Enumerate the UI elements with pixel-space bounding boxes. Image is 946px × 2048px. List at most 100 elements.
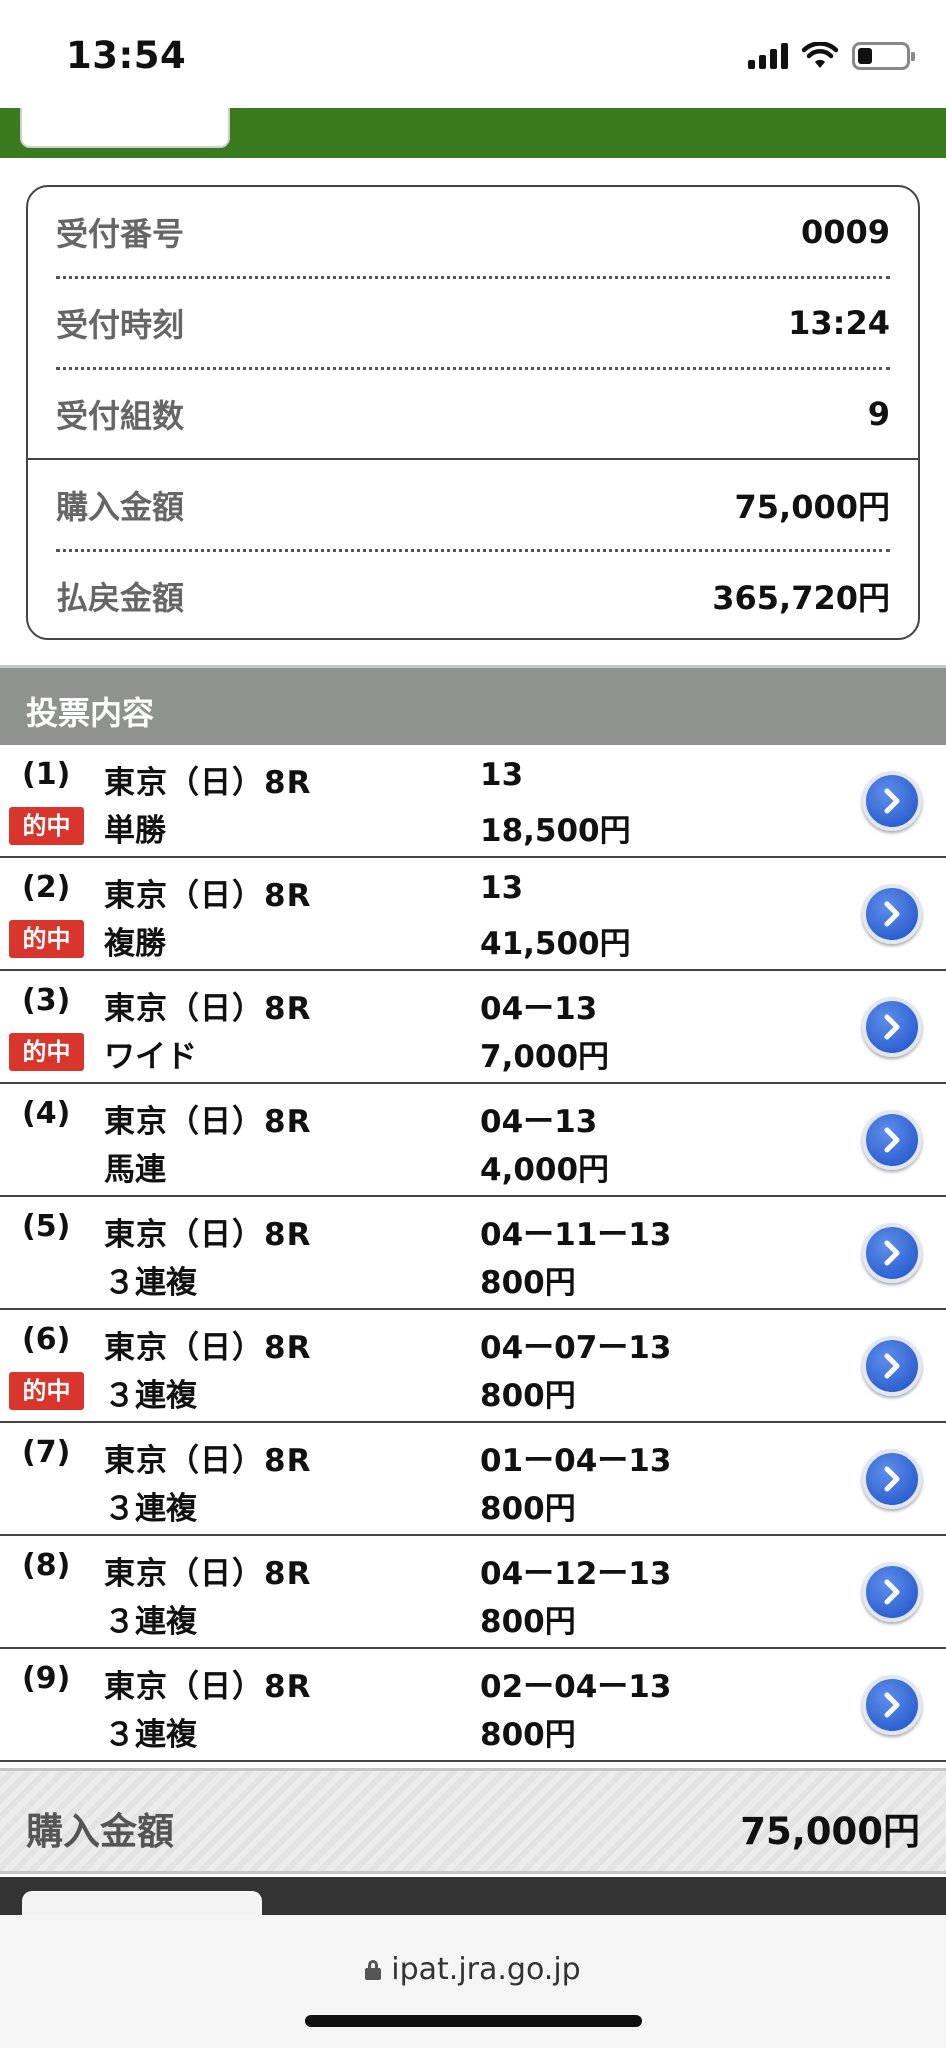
chevron-right-circle-icon[interactable] [862,1110,922,1170]
summary-row-set-count: 受付組数 9 [56,369,890,459]
hit-badge: 的中 [9,1372,84,1410]
summary-value: 0009 [800,213,890,251]
signal-icon [748,43,788,69]
chevron-right-circle-icon[interactable] [862,884,922,944]
summary-row-receipt-time: 受付時刻 13:24 [56,278,890,368]
summary-value: 75,000円 [734,488,891,526]
bet-amount: 800円 [480,1378,576,1414]
total-label: 購入金額 [26,1810,174,1853]
bet-number: (4) [22,1096,71,1131]
bet-race: 東京（日）8R [104,1217,312,1253]
bet-type: ３連複 [104,1265,197,1301]
bet-number: (3) [22,983,71,1018]
summary-label: 購入金額 [56,488,185,526]
summary-row-payout-amount: 払戻金額 365,720円 [56,551,890,638]
bet-amount: 7,000円 [480,1039,610,1075]
bet-type: ３連複 [104,1604,197,1640]
bet-row[interactable]: (5) 東京（日）8R ３連複 04ー11ー13 800円 [0,1197,946,1310]
summary-row-purchase-amount: 購入金額 75,000円 [56,460,890,550]
summary-value: 365,720円 [712,579,890,617]
bet-row[interactable]: (8) 東京（日）8R ３連複 04ー12ー13 800円 [0,1536,946,1649]
bet-amount: 800円 [480,1491,576,1527]
bet-race: 東京（日）8R [104,1330,312,1366]
chevron-right-circle-icon[interactable] [862,1223,922,1283]
page-header [0,108,946,158]
bet-combination: 13 [480,870,524,906]
total-bar: 購入金額 75,000円 [0,1768,946,1874]
bet-race: 東京（日）8R [104,878,312,914]
bet-number: (8) [22,1548,71,1583]
bet-type: ワイド [104,1039,197,1075]
bet-combination: 04ー13 [480,991,598,1027]
bet-race: 東京（日）8R [104,1556,312,1592]
summary-row-receipt-no: 受付番号 0009 [56,187,890,277]
bet-row[interactable]: (7) 東京（日）8R ３連複 01ー04ー13 800円 [0,1423,946,1536]
bet-race: 東京（日）8R [104,1104,312,1140]
bet-row[interactable]: (4) 東京（日）8R 馬連 04ー13 4,000円 [0,1084,946,1197]
section-header: 投票内容 [0,665,946,745]
bet-number: (6) [22,1322,71,1357]
bet-amount: 18,500円 [480,813,631,849]
bet-number: (7) [22,1435,71,1470]
summary-value: 13:24 [788,304,890,342]
summary-label: 受付時刻 [56,306,185,344]
bet-race: 東京（日）8R [104,765,312,801]
bet-combination: 04ー12ー13 [480,1556,672,1592]
bet-amount: 800円 [480,1265,576,1301]
bet-race: 東京（日）8R [104,1443,312,1479]
status-time: 13:54 [66,34,187,77]
total-value: 75,000円 [740,1810,920,1853]
bet-combination: 04ー07ー13 [480,1330,672,1366]
lock-icon [365,1959,382,1980]
chevron-right-circle-icon[interactable] [862,1675,922,1735]
summary-card: 受付番号 0009 受付時刻 13:24 受付組数 9 購入金額 75,000円… [26,185,920,640]
bet-combination: 02ー04ー13 [480,1669,672,1705]
bet-row[interactable]: (9) 東京（日）8R ３連複 02ー04ー13 800円 [0,1649,946,1762]
bet-type: 複勝 [104,926,166,962]
bet-amount: 4,000円 [480,1152,610,1188]
bet-type: ３連複 [104,1717,197,1753]
summary-label: 受付組数 [56,397,185,435]
bet-amount: 41,500円 [480,926,631,962]
bet-row[interactable]: (1) 東京（日）8R 的中 単勝 13 18,500円 [0,745,946,858]
bet-row[interactable]: (3) 東京（日）8R 的中 ワイド 04ー13 7,000円 [0,971,946,1084]
browser-url-bar[interactable]: ipat.jra.go.jp [0,1915,946,2048]
bet-combination: 13 [480,757,524,793]
footer-strip [0,1877,946,1917]
back-button[interactable] [20,108,230,148]
bet-race: 東京（日）8R [104,1669,312,1705]
bet-row[interactable]: (2) 東京（日）8R 的中 複勝 13 41,500円 [0,858,946,971]
chevron-right-circle-icon[interactable] [862,1449,922,1509]
chevron-right-circle-icon[interactable] [862,1336,922,1396]
section-title: 投票内容 [26,694,155,732]
status-icons [748,42,915,70]
summary-label: 受付番号 [56,215,185,253]
hit-badge: 的中 [9,807,84,845]
url-text: ipat.jra.go.jp [391,1952,581,1987]
chevron-right-circle-icon[interactable] [862,771,922,831]
summary-label: 払戻金額 [56,579,185,617]
status-bar: 13:54 [0,0,946,112]
bet-number: (9) [22,1661,71,1696]
hit-badge: 的中 [9,920,84,958]
chevron-right-circle-icon[interactable] [862,1562,922,1622]
bet-list: (1) 東京（日）8R 的中 単勝 13 18,500円 (2) 東京（日）8R… [0,745,946,1762]
bet-race: 東京（日）8R [104,991,312,1027]
bet-amount: 800円 [480,1717,576,1753]
bet-type: 単勝 [104,813,166,849]
url-display[interactable]: ipat.jra.go.jp [0,1952,946,1987]
chevron-right-circle-icon[interactable] [862,997,922,1057]
bet-number: (2) [22,870,71,905]
bet-combination: 04ー11ー13 [480,1217,672,1253]
footer-tab-button[interactable] [22,1891,262,1917]
wifi-icon [802,42,838,68]
bet-type: 馬連 [104,1152,166,1188]
hit-badge: 的中 [9,1033,84,1071]
bet-number: (1) [22,757,71,792]
summary-value: 9 [867,395,890,433]
home-indicator[interactable] [305,2015,642,2027]
bet-combination: 01ー04ー13 [480,1443,672,1479]
bet-number: (5) [22,1209,71,1244]
bet-combination: 04ー13 [480,1104,598,1140]
bet-row[interactable]: (6) 東京（日）8R 的中 ３連複 04ー07ー13 800円 [0,1310,946,1423]
